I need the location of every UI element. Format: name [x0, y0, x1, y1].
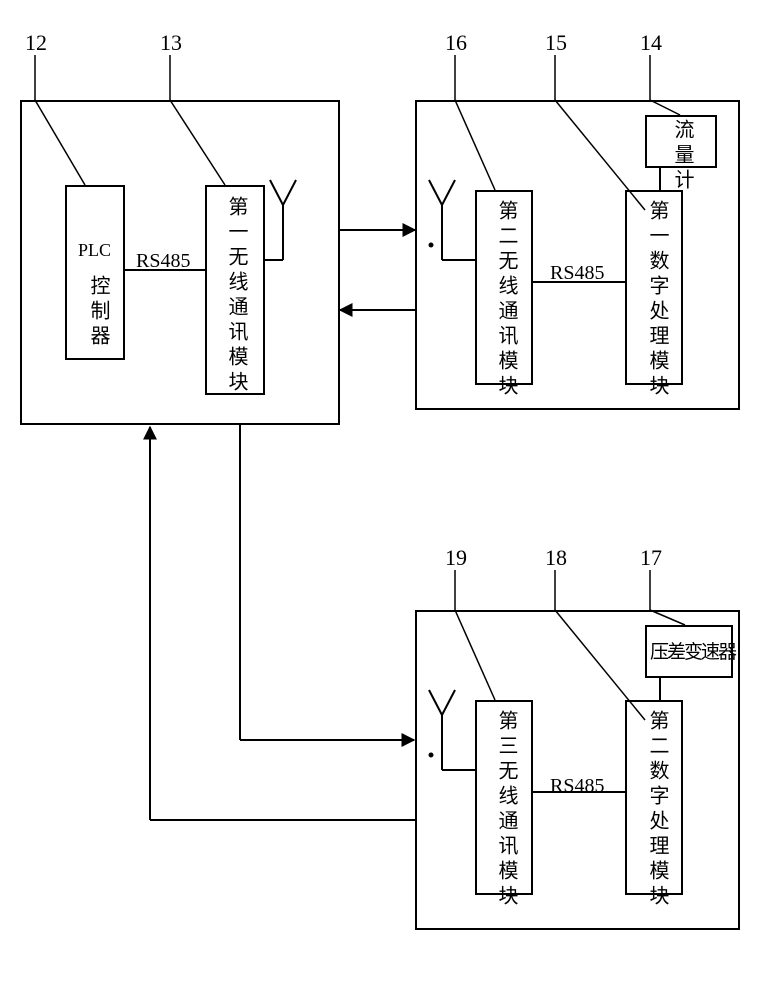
- second-dsp-label: 第二数字处理模块: [643, 710, 672, 910]
- callout-12: 12: [25, 30, 47, 56]
- rs485-label-3: RS485: [550, 775, 604, 798]
- diff-transmitter-label: 压差变速器: [650, 637, 735, 664]
- plc-label-2: 控制器: [84, 275, 113, 350]
- third-wireless-label: 第三无线通讯模块: [492, 710, 521, 910]
- callout-14: 14: [640, 30, 662, 56]
- flowmeter-label: 流量计: [668, 119, 697, 194]
- callout-15: 15: [545, 30, 567, 56]
- first-wireless-label: 第一无线通讯模块: [222, 196, 251, 396]
- first-dsp-label: 第一数字处理模块: [643, 200, 672, 400]
- callout-16: 16: [445, 30, 467, 56]
- callout-19: 19: [445, 545, 467, 571]
- callout-18: 18: [545, 545, 567, 571]
- diagram-canvas: PLC 控制器 第一无线通讯模块 RS485 第二无线通讯模块 第一数字处理模块…: [0, 0, 770, 1000]
- rs485-label-2: RS485: [550, 262, 604, 285]
- callout-13: 13: [160, 30, 182, 56]
- second-wireless-label: 第二无线通讯模块: [492, 200, 521, 400]
- callout-17: 17: [640, 545, 662, 571]
- rs485-label-1: RS485: [136, 250, 190, 273]
- plc-label-1: PLC: [78, 240, 111, 261]
